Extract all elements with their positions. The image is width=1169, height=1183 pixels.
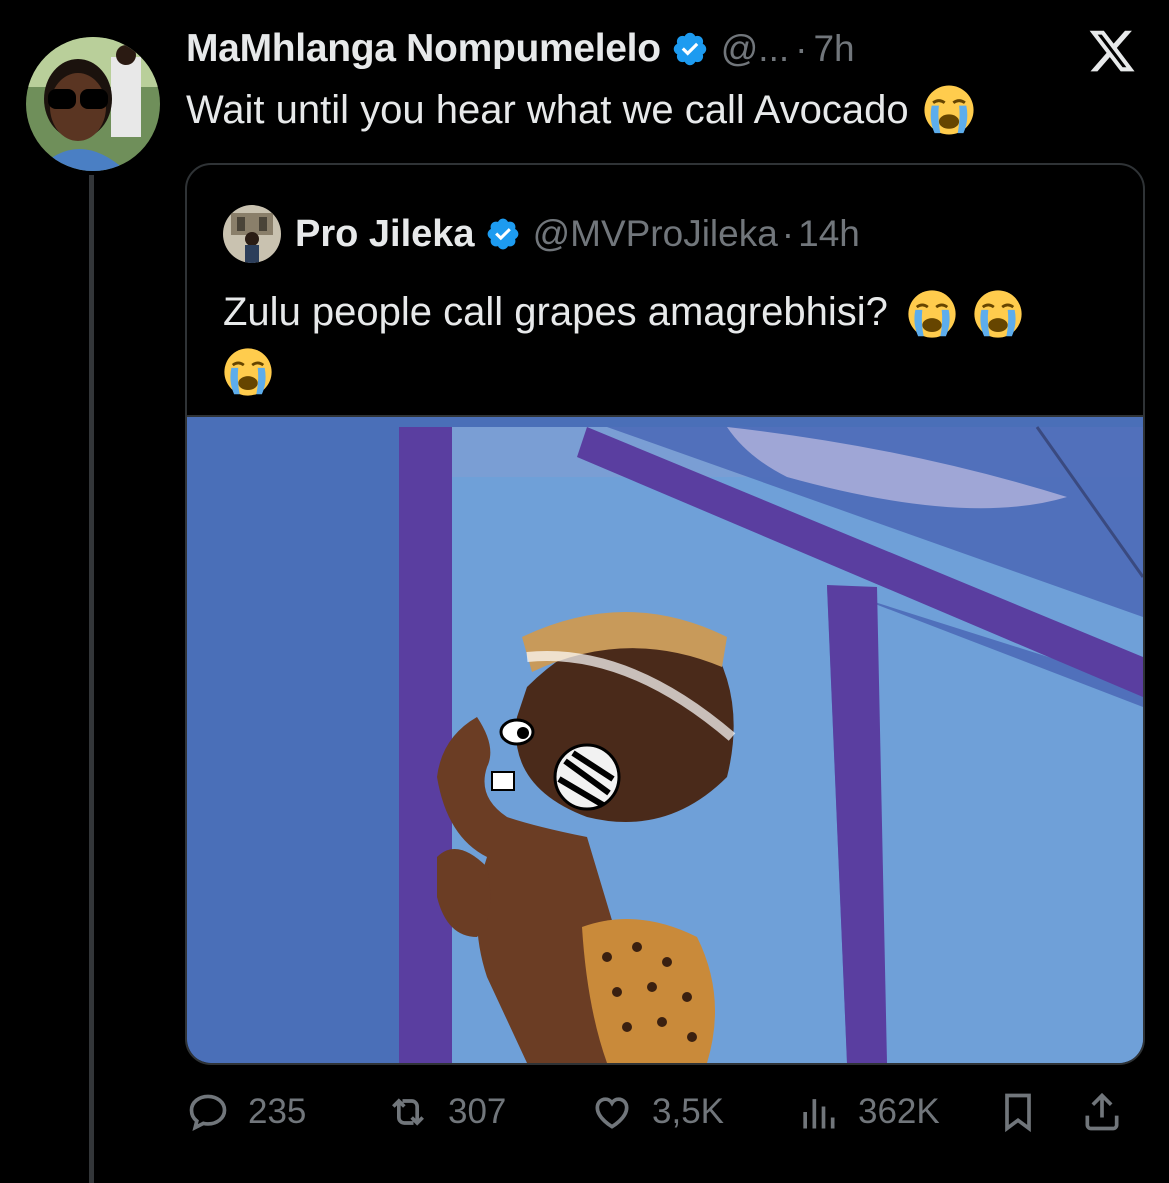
reply-count: 235	[248, 1092, 307, 1131]
quoted-tweet-header: Pro Jileka @MVProJileka · 14h	[223, 205, 860, 263]
tweet-action-bar: 235 307 3,5K 362K	[186, 1090, 1136, 1140]
views-count: 362K	[858, 1092, 940, 1131]
reply-button[interactable]: 235	[186, 1090, 306, 1134]
quoted-tweet-body: Zulu people call grapes amagrebhisi?	[223, 290, 888, 334]
loudly-crying-face-icon	[974, 290, 1022, 339]
tweet-body: Wait until you hear what we call Avocado	[186, 87, 909, 132]
author-handle[interactable]: @...	[721, 28, 789, 70]
retweet-button[interactable]: 307	[386, 1090, 506, 1134]
reply-icon	[189, 1094, 227, 1132]
like-button[interactable]: 3,5K	[590, 1090, 724, 1134]
loudly-crying-face-icon	[924, 85, 974, 135]
bookmark-icon	[1005, 1093, 1031, 1133]
quoted-tweet-text: Zulu people call grapes amagrebhisi?	[223, 283, 1113, 399]
like-count: 3,5K	[652, 1092, 724, 1131]
views-icon	[803, 1099, 835, 1129]
tweet-header: MaMhlanga Nompumelelo @... · 7h	[186, 24, 855, 74]
retweet-icon	[392, 1098, 424, 1126]
quoted-author-avatar[interactable]	[223, 205, 281, 263]
x-logo-icon[interactable]	[1086, 26, 1138, 76]
like-icon	[595, 1097, 629, 1129]
quoted-tweet-card[interactable]: Pro Jileka @MVProJileka · 14h Zulu peopl…	[185, 163, 1145, 1065]
bookmark-button[interactable]	[996, 1090, 1040, 1134]
separator-dot: ·	[781, 213, 795, 254]
share-button[interactable]	[1080, 1090, 1124, 1134]
loudly-crying-face-icon	[224, 348, 272, 397]
verified-badge-icon	[673, 32, 706, 66]
quoted-author-name[interactable]: Pro Jileka	[295, 213, 475, 256]
thread-line	[89, 175, 94, 1183]
author-avatar[interactable]	[26, 37, 160, 171]
views-button[interactable]: 362K	[796, 1090, 940, 1134]
quoted-tweet-time[interactable]: 14h	[798, 213, 860, 255]
loudly-crying-face-icon	[908, 290, 956, 339]
quoted-tweet-image[interactable]	[187, 417, 1143, 1063]
tweet-time[interactable]: 7h	[813, 28, 854, 70]
retweet-count: 307	[448, 1092, 507, 1131]
quoted-author-handle[interactable]: @MVProJileka	[533, 213, 778, 255]
tweet-text: Wait until you hear what we call Avocado	[186, 84, 975, 136]
author-name[interactable]: MaMhlanga Nompumelelo	[186, 27, 661, 71]
verified-badge-icon	[487, 218, 518, 250]
separator-dot: ·	[795, 28, 808, 69]
share-icon	[1085, 1092, 1119, 1131]
